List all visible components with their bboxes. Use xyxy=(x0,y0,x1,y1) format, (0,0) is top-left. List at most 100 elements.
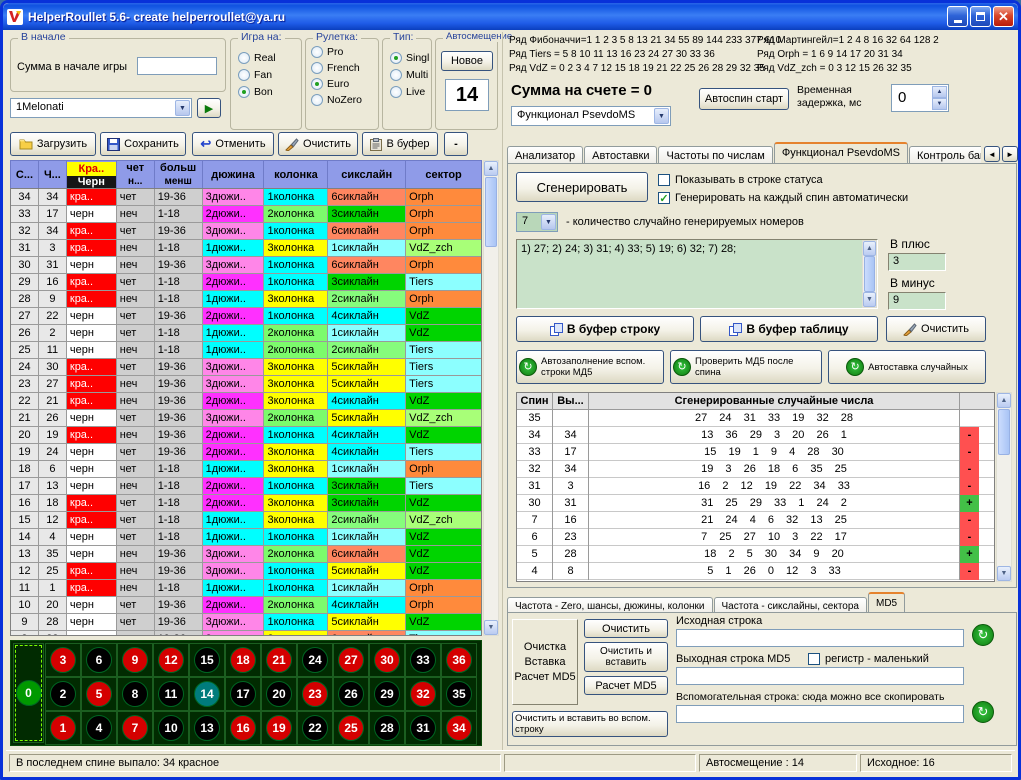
history-row[interactable]: 1512кра..чет1-181дюжи..3колонка2сиклайнV… xyxy=(11,512,481,529)
board-cell-27[interactable]: 27 xyxy=(333,643,369,677)
chevron-down-icon[interactable]: ▼ xyxy=(175,100,190,116)
board-cell-21[interactable]: 21 xyxy=(261,643,297,677)
md5-clear-paste-button[interactable]: Очистить и вставить xyxy=(584,642,668,672)
history-row[interactable]: 3434кра..чет19-363дюжи..1колонка6сиклайн… xyxy=(11,189,481,206)
board-cell-20[interactable]: 20 xyxy=(261,677,297,711)
maximize-button[interactable] xyxy=(970,6,991,27)
radio-french[interactable]: French xyxy=(311,62,378,74)
board-cell-7[interactable]: 7 xyxy=(117,711,153,745)
board-cell-26[interactable]: 26 xyxy=(333,677,369,711)
history-row[interactable]: 2430кра..чет19-363дюжи..3колонка5сиклайн… xyxy=(11,359,481,376)
radio-euro[interactable]: Euro xyxy=(311,78,378,90)
board-cell-32[interactable]: 32 xyxy=(405,677,441,711)
gen-table-row[interactable]: 3527 24 31 33 19 32 28 xyxy=(517,410,994,427)
buffer-table-button[interactable]: В буфер таблицу xyxy=(700,316,878,342)
chevron-down-icon[interactable]: ▼ xyxy=(654,108,669,124)
check-md5-button[interactable]: ↻ Проверить МД5 после спина xyxy=(670,350,822,384)
board-cell-14[interactable]: 14 xyxy=(189,677,225,711)
generate-button[interactable]: Сгенерировать xyxy=(516,172,648,202)
history-row[interactable]: 289кра..неч1-181дюжи..3колонка2сиклайнOr… xyxy=(11,291,481,308)
scroll-up-icon[interactable]: ▲ xyxy=(863,241,876,256)
gen-table-row[interactable]: 71621 24 4 6 32 13 25- xyxy=(517,512,994,529)
board-cell-24[interactable]: 24 xyxy=(297,643,333,677)
board-cell-29[interactable]: 29 xyxy=(369,677,405,711)
radio-real[interactable]: Real xyxy=(238,52,301,64)
board-cell-34[interactable]: 34 xyxy=(441,711,477,745)
history-row[interactable]: 3317черннеч1-182дюжи..2колонка3сиклайнOr… xyxy=(11,206,481,223)
radio-nozero[interactable]: NoZero xyxy=(311,94,378,106)
history-row[interactable]: 2221кра..неч19-362дюжи..3колонка4сиклайн… xyxy=(11,393,481,410)
history-row[interactable]: 1713черннеч1-182дюжи..1колонка3сиклайнTi… xyxy=(11,478,481,495)
board-cell-33[interactable]: 33 xyxy=(405,643,441,677)
md5-calc-button[interactable]: Расчет MD5 xyxy=(584,676,668,695)
tab-автоставки[interactable]: Автоставки xyxy=(584,146,657,164)
history-scrollbar-thumb[interactable] xyxy=(485,177,497,247)
scroll-down-icon[interactable]: ▼ xyxy=(997,566,1011,581)
board-cell-35[interactable]: 35 xyxy=(441,677,477,711)
gen-scrollbar-thumb[interactable] xyxy=(998,409,1010,455)
board-cell-10[interactable]: 10 xyxy=(153,711,189,745)
spinner-down-icon[interactable]: ▼ xyxy=(932,98,947,110)
history-row[interactable]: 928чернчет19-363дюжи..1колонка5сиклайнVd… xyxy=(11,614,481,631)
md5-aux-input[interactable] xyxy=(676,705,964,723)
recycle-icon[interactable]: ↻ xyxy=(972,624,994,646)
radio-pro[interactable]: Pro xyxy=(311,46,378,58)
gen-table-row[interactable]: 31316 2 12 19 22 34 33- xyxy=(517,478,994,495)
preset-combo[interactable]: 1Melonati ▼ xyxy=(10,98,192,118)
history-row[interactable]: 2019кра..неч19-362дюжи..1колонка4сиклайн… xyxy=(11,427,481,444)
autospin-start-button[interactable]: Автоспин старт xyxy=(699,88,789,110)
gen-table-row[interactable]: 485 1 26 0 12 3 33- xyxy=(517,563,994,580)
tab-scroll-right-icon[interactable]: ► xyxy=(1002,146,1018,162)
play-button[interactable]: ▶ xyxy=(197,98,221,118)
gen-table-row[interactable]: 323419 3 26 18 6 35 25- xyxy=(517,461,994,478)
history-row[interactable]: 3234кра..чет19-363дюжи..1колонка6сиклайн… xyxy=(11,223,481,240)
scroll-up-icon[interactable]: ▲ xyxy=(997,393,1011,408)
gen-table-scrollbar[interactable]: ▲ ▼ xyxy=(996,392,1012,582)
md5-register-checkbox[interactable]: регистр - маленький xyxy=(808,653,929,665)
tab-md5[interactable]: MD5 xyxy=(868,592,905,614)
board-cell-36[interactable]: 36 xyxy=(441,643,477,677)
spinner-up-icon[interactable]: ▲ xyxy=(932,86,947,98)
delay-spinner[interactable]: 0 ▲ ▼ xyxy=(891,84,949,112)
history-row[interactable]: 1618кра..чет1-182дюжи..3колонка3сиклайнV… xyxy=(11,495,481,512)
board-cell-2[interactable]: 2 xyxy=(45,677,81,711)
undo-button[interactable]: ↩ Отменить xyxy=(192,132,274,156)
board-cell-28[interactable]: 28 xyxy=(369,711,405,745)
board-cell-9[interactable]: 9 xyxy=(117,643,153,677)
board-cell-5[interactable]: 5 xyxy=(81,677,117,711)
autobet-button[interactable]: ↻ Автоставка случайных xyxy=(828,350,986,384)
board-cell-25[interactable]: 25 xyxy=(333,711,369,745)
board-cell-12[interactable]: 12 xyxy=(153,643,189,677)
load-button[interactable]: Загрузить xyxy=(10,132,96,156)
board-cell-23[interactable]: 23 xyxy=(297,677,333,711)
start-sum-input[interactable] xyxy=(137,57,217,75)
history-row[interactable]: 2327кра..неч19-363дюжи..3колонка5сиклайн… xyxy=(11,376,481,393)
radio-bon[interactable]: Bon xyxy=(238,86,301,98)
tab-частоты-по-числам[interactable]: Частоты по числам xyxy=(658,146,772,164)
tab-функционал-psevdoms[interactable]: Функционал PsevdoMS xyxy=(774,142,908,164)
board-cell-8[interactable]: 8 xyxy=(117,677,153,711)
board-cell-3[interactable]: 3 xyxy=(45,643,81,677)
board-cell-15[interactable]: 15 xyxy=(189,643,225,677)
history-row[interactable]: 1020чернчет19-362дюжи..2колонка4сиклайнO… xyxy=(11,597,481,614)
history-row[interactable]: 1924чернчет19-362дюжи..3колонка4сиклайнT… xyxy=(11,444,481,461)
buffer-button[interactable]: В буфер xyxy=(362,132,438,156)
buffer-row-button[interactable]: В буфер строку xyxy=(516,316,694,342)
radio-live[interactable]: Live xyxy=(390,86,431,98)
minimize-button[interactable] xyxy=(947,6,968,27)
board-cell-13[interactable]: 13 xyxy=(189,711,225,745)
board-cell-1[interactable]: 1 xyxy=(45,711,81,745)
gen-table-row[interactable]: 331715 19 1 9 4 28 30- xyxy=(517,444,994,461)
history-row[interactable]: 833черннеч19-363дюжи..3колонка6сиклайнTi… xyxy=(11,631,481,636)
board-cell-0[interactable]: 0 xyxy=(13,643,44,743)
history-row[interactable]: 3031черннеч19-363дюжи..1колонка6сиклайнO… xyxy=(11,257,481,274)
board-cell-19[interactable]: 19 xyxy=(261,711,297,745)
history-row[interactable]: 1335черннеч19-363дюжи..2колонка6сиклайнV… xyxy=(11,546,481,563)
checkbox-show-status[interactable]: Показывать в строке статуса xyxy=(658,174,823,186)
board-cell-6[interactable]: 6 xyxy=(81,643,117,677)
board-cell-17[interactable]: 17 xyxy=(225,677,261,711)
board-cell-22[interactable]: 22 xyxy=(297,711,333,745)
md5-source-input[interactable] xyxy=(676,629,964,647)
autoshift-new-button[interactable]: Новое xyxy=(441,51,493,71)
board-cell-16[interactable]: 16 xyxy=(225,711,261,745)
